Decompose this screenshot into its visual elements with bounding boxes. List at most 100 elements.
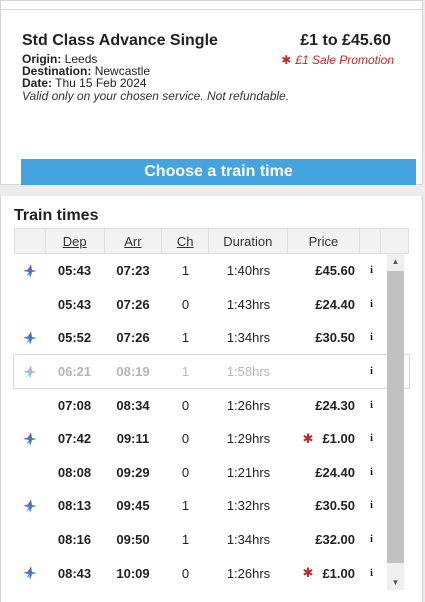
table-row[interactable]: 05:43 07:26 0 1:43hrs £24.40 i xyxy=(14,288,409,322)
info-icon[interactable]: i xyxy=(365,365,378,378)
changes: 0 xyxy=(181,431,190,447)
table-header: Dep Arr Ch Duration Price xyxy=(14,228,409,254)
arr-time: 07:23 xyxy=(116,263,150,279)
info-icon[interactable]: i xyxy=(365,399,378,412)
table-row[interactable]: 05:52 07:26 1 1:34hrs £30.50 i xyxy=(14,321,409,355)
promo-text: £1 Sale Promotion xyxy=(295,53,394,67)
arr-time: 08:34 xyxy=(116,397,150,413)
promo-label: ✱ £1 Sale Promotion xyxy=(281,53,394,67)
table-row[interactable]: 08:08 09:29 0 1:21hrs £24.40 i xyxy=(14,456,409,490)
choose-train-time-button[interactable]: Choose a train time xyxy=(21,159,416,185)
dep-time: 08:08 xyxy=(57,464,92,480)
dep-time: 05:52 xyxy=(57,330,92,346)
table-row[interactable]: 07:42 09:11 0 1:29hrs ✱ £1.00 i xyxy=(14,422,409,456)
price: £30.50 xyxy=(315,330,355,346)
arr-time: 07:26 xyxy=(116,296,150,312)
info-button[interactable]: i xyxy=(361,556,382,590)
header-ch[interactable]: Ch xyxy=(162,229,210,253)
scroll-up-arrow-icon[interactable]: ▲ xyxy=(387,254,404,269)
price: £1.00 xyxy=(322,565,355,581)
scrollbar-thumb[interactable] xyxy=(387,271,404,563)
info-button[interactable]: i xyxy=(361,254,382,288)
train-times-heading: Train times xyxy=(14,207,99,224)
header-icon-col xyxy=(15,229,46,253)
price-cell xyxy=(288,355,361,389)
price: £24.40 xyxy=(315,296,355,312)
dep-time: 06:21 xyxy=(57,364,92,380)
table-row[interactable]: 05:43 07:23 1 1:40hrs £45.60 i xyxy=(14,254,409,288)
info-icon[interactable]: i xyxy=(365,466,378,479)
arr-time: 09:45 xyxy=(116,498,150,514)
arr-time: 07:26 xyxy=(116,330,150,346)
changes: 0 xyxy=(181,464,190,480)
info-button[interactable]: i xyxy=(361,456,382,490)
divider xyxy=(1,9,422,10)
scrollbar[interactable]: ▲ ▼ xyxy=(382,254,409,590)
table-row[interactable]: 08:43 10:09 0 1:26hrs ✱ £1.00 i xyxy=(14,556,409,590)
operator-star-icon xyxy=(14,556,45,590)
info-button[interactable]: i xyxy=(361,388,382,422)
header-arr[interactable]: Arr xyxy=(105,229,163,253)
price: £24.30 xyxy=(315,397,355,413)
operator-star-icon xyxy=(14,523,45,557)
info-icon[interactable]: i xyxy=(365,331,378,344)
operator-star-icon xyxy=(14,321,45,355)
duration: 1:26hrs xyxy=(226,397,271,413)
price-cell: £32.00 xyxy=(288,523,361,557)
date-line: Date: Thu 15 Feb 2024 xyxy=(22,77,147,89)
info-icon[interactable]: i xyxy=(365,264,378,277)
price: £32.00 xyxy=(315,532,355,548)
dep-time: 08:43 xyxy=(57,565,92,581)
info-button[interactable]: i xyxy=(361,422,382,456)
duration: 1:32hrs xyxy=(226,498,271,514)
validity-note: Valid only on your chosen service. Not r… xyxy=(22,89,290,103)
changes: 1 xyxy=(181,330,190,346)
info-button[interactable]: i xyxy=(361,321,382,355)
price-cell: £24.30 xyxy=(288,388,361,422)
dep-time: 05:43 xyxy=(57,263,92,279)
table-row[interactable]: 08:16 09:50 1 1:34hrs £32.00 i xyxy=(14,523,409,557)
info-icon[interactable]: i xyxy=(365,432,378,445)
operator-star-icon xyxy=(14,355,45,389)
header-ch-label: Ch xyxy=(176,233,194,249)
price: £1.00 xyxy=(322,431,355,447)
info-button[interactable]: i xyxy=(361,489,382,523)
header-dep[interactable]: Dep xyxy=(46,229,105,253)
arr-time: 09:29 xyxy=(116,464,150,480)
duration: 1:26hrs xyxy=(226,565,271,581)
table-row[interactable]: 07:08 08:34 0 1:26hrs £24.30 i xyxy=(14,388,409,422)
info-icon[interactable]: i xyxy=(365,298,378,311)
changes: 1 xyxy=(181,498,190,514)
operator-star-icon xyxy=(14,288,45,322)
price-cell: ✱ £1.00 xyxy=(288,556,361,590)
price: £45.60 xyxy=(315,263,355,279)
header-price: Price xyxy=(288,229,361,253)
arr-time: 08:19 xyxy=(116,364,150,380)
price-cell: £24.40 xyxy=(288,456,361,490)
table-row[interactable]: 08:13 09:45 1 1:32hrs £30.50 i xyxy=(14,489,409,523)
info-button[interactable]: i xyxy=(361,523,382,557)
duration: 1:29hrs xyxy=(226,431,271,447)
header-info-col xyxy=(360,229,382,253)
info-button[interactable]: i xyxy=(361,288,382,322)
operator-star-icon xyxy=(14,489,45,523)
info-button[interactable]: i xyxy=(361,355,382,389)
arr-time: 09:11 xyxy=(116,431,150,447)
duration: 1:43hrs xyxy=(226,296,271,312)
scroll-down-arrow-icon[interactable]: ▼ xyxy=(387,575,404,590)
price-cell: £30.50 xyxy=(288,321,361,355)
info-icon[interactable]: i xyxy=(365,533,378,546)
table-row[interactable]: 06:21 08:19 1 1:58hrs i xyxy=(13,353,410,390)
duration: 1:40hrs xyxy=(226,263,271,279)
ticket-title: Std Class Advance Single xyxy=(22,32,218,49)
table-rows: 05:43 07:23 1 1:40hrs £45.60 i 05:43 07:26 0 1:43… xyxy=(13,254,410,590)
info-icon[interactable]: i xyxy=(365,499,378,512)
dep-time: 08:16 xyxy=(57,532,92,548)
arr-time: 09:50 xyxy=(116,532,150,548)
duration: 1:21hrs xyxy=(226,464,271,480)
operator-star-icon xyxy=(14,254,45,288)
operator-star-icon xyxy=(14,388,45,422)
price: £30.50 xyxy=(315,498,355,514)
info-icon[interactable]: i xyxy=(365,567,378,580)
date-label: Date: xyxy=(22,76,53,90)
